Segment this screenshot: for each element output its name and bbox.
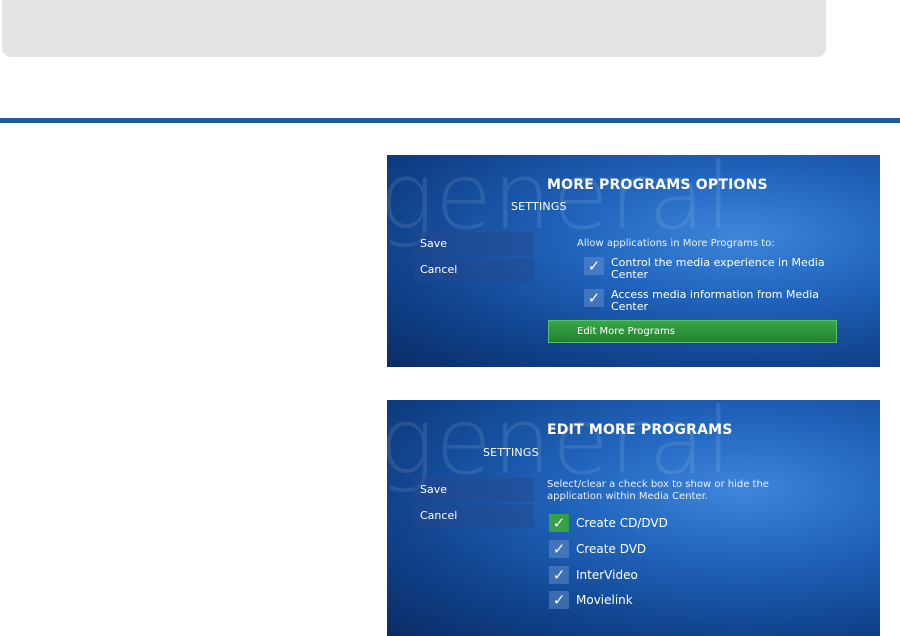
option-row-access-media-info[interactable]: ✓ Access media information from Media Ce… xyxy=(584,289,851,313)
section-divider xyxy=(0,118,900,123)
checkbox[interactable]: ✓ xyxy=(549,591,569,609)
option-label: Control the media experience in Media Ce… xyxy=(611,256,825,281)
save-button[interactable]: Save xyxy=(414,232,534,256)
cancel-button[interactable]: Cancel xyxy=(414,258,534,282)
program-label: Create DVD xyxy=(576,542,647,556)
program-row-create-dvd[interactable]: ✓ Create DVD xyxy=(549,540,816,558)
program-label: InterVideo xyxy=(576,568,638,582)
program-row-create-cd-dvd[interactable]: ✓ Create CD/DVD xyxy=(549,514,816,532)
edit-more-programs-button[interactable]: Edit More Programs xyxy=(548,320,837,343)
edit-more-programs-screen: general SETTINGS Save Cancel EDIT MORE P… xyxy=(387,400,880,636)
cancel-button[interactable]: Cancel xyxy=(414,504,534,528)
program-label: Create CD/DVD xyxy=(576,516,668,530)
program-row-intervideo[interactable]: ✓ InterVideo xyxy=(549,566,816,584)
page-title: EDIT MORE PROGRAMS xyxy=(547,422,733,438)
top-banner xyxy=(2,0,826,57)
page-title: MORE PROGRAMS OPTIONS xyxy=(547,177,768,193)
checkbox[interactable]: ✓ xyxy=(584,257,604,275)
checkbox[interactable]: ✓ xyxy=(549,540,569,558)
option-row-control-media[interactable]: ✓ Control the media experience in Media … xyxy=(584,257,851,281)
checkbox[interactable]: ✓ xyxy=(584,289,604,307)
watermark-text: general xyxy=(387,155,733,250)
checkbox[interactable]: ✓ xyxy=(549,566,569,584)
checkbox[interactable]: ✓ xyxy=(549,514,569,532)
more-programs-options-screen: general SETTINGS Save Cancel MORE PROGRA… xyxy=(387,155,880,367)
settings-label: SETTINGS xyxy=(511,200,567,213)
instruction-text: Select/clear a check box to show or hide… xyxy=(547,479,769,502)
instruction-text: Allow applications in More Programs to: xyxy=(577,238,775,249)
watermark-text: general xyxy=(387,400,733,495)
settings-label: SETTINGS xyxy=(483,446,539,459)
program-row-movielink[interactable]: ✓ Movielink xyxy=(549,591,816,609)
save-button[interactable]: Save xyxy=(414,478,534,502)
program-label: Movielink xyxy=(576,593,633,607)
option-label: Access media information from Media Cent… xyxy=(611,288,820,313)
